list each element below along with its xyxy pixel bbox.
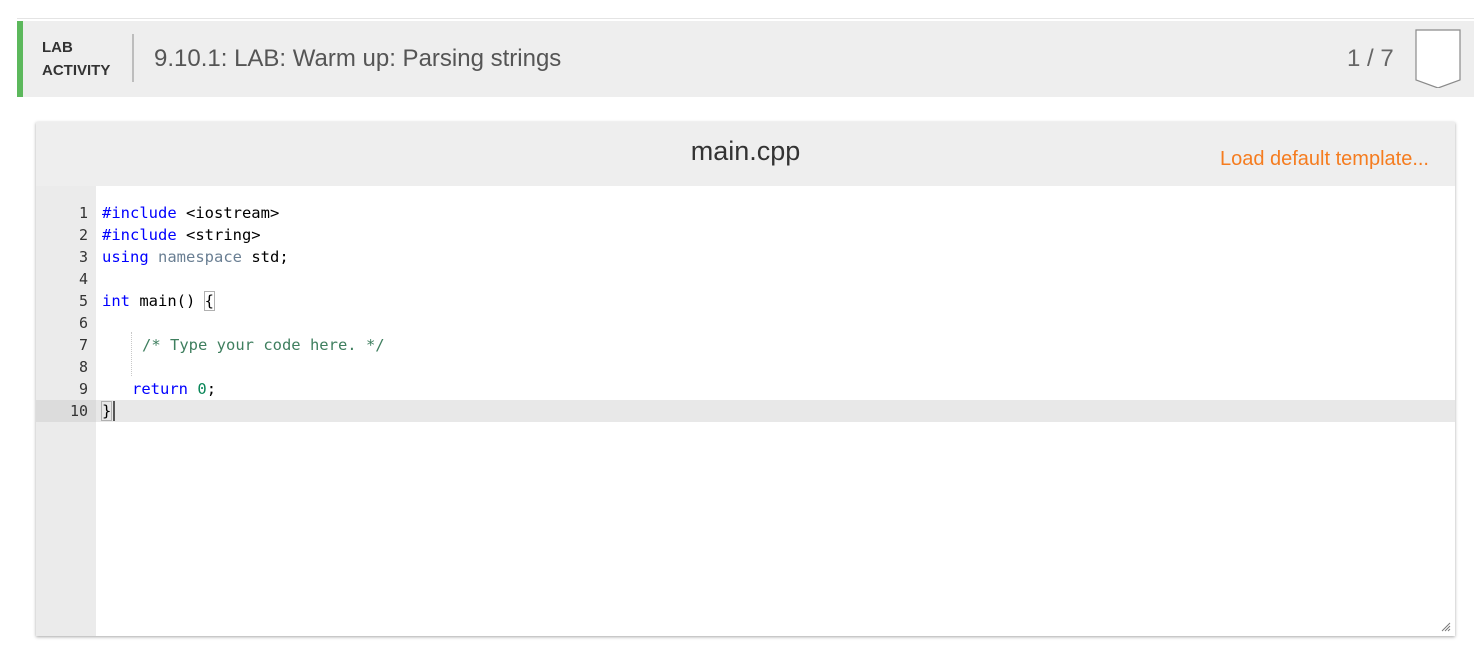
activity-type-line1: LAB <box>42 39 73 56</box>
load-default-template-link[interactable]: Load default template... <box>1220 148 1429 171</box>
code-line: #include <iostream> <box>102 202 279 224</box>
header-divider <box>132 34 134 82</box>
progress-count: 1 / 7 <box>1347 45 1394 72</box>
matched-bracket: { <box>203 291 216 311</box>
lab-activity-card: LAB ACTIVITY 9.10.1: LAB: Warm up: Parsi… <box>17 18 1474 660</box>
bookmark-icon[interactable] <box>1413 28 1463 88</box>
code-line: using namespace std; <box>102 246 289 268</box>
code-token: #include <box>102 204 177 222</box>
code-comment: /* Type your code here. */ <box>142 336 385 354</box>
code-token: 0 <box>197 380 207 398</box>
line-number: 4 <box>78 270 88 288</box>
code-token: std; <box>242 248 289 266</box>
line-number: 9 <box>78 380 88 398</box>
code-line: int main() { <box>102 290 216 312</box>
code-token: main() <box>130 292 205 310</box>
text-cursor <box>113 401 115 421</box>
matched-bracket: } <box>100 401 113 421</box>
line-number: 8 <box>78 358 88 376</box>
activity-title: 9.10.1: LAB: Warm up: Parsing strings <box>154 45 562 72</box>
code-token: #include <box>102 226 177 244</box>
code-line: } <box>100 400 113 422</box>
line-number: 7 <box>78 336 88 354</box>
code-line: /* Type your code here. */ <box>142 334 385 356</box>
editor-header: main.cpp Load default template... <box>36 122 1455 186</box>
code-line: return 0; <box>132 378 216 400</box>
code-token: return <box>132 380 188 398</box>
code-token: int <box>102 292 130 310</box>
code-line: #include <string> <box>102 224 261 246</box>
line-number: 1 <box>78 204 88 222</box>
activity-type-label: LAB ACTIVITY <box>42 36 122 82</box>
activity-type-line2: ACTIVITY <box>42 62 111 79</box>
line-number: 5 <box>78 292 88 310</box>
line-number-active: 10 <box>36 400 96 422</box>
activity-header: LAB ACTIVITY 9.10.1: LAB: Warm up: Parsi… <box>17 21 1474 97</box>
code-token: ; <box>206 380 217 398</box>
active-line-highlight <box>96 400 1455 422</box>
code-token: using <box>102 248 149 266</box>
code-editor: main.cpp Load default template... 1 2 3 … <box>36 122 1455 636</box>
line-number-gutter: 1 2 3 4 5 6 7 8 9 10 <box>36 186 96 636</box>
line-number: 2 <box>78 226 88 244</box>
code-token: namespace <box>148 248 242 266</box>
code-token: <string> <box>176 226 261 244</box>
line-number: 6 <box>78 314 88 332</box>
code-input-area[interactable]: #include <iostream> #include <string> us… <box>96 186 1455 636</box>
indent-guide <box>131 332 132 376</box>
resize-grip-icon[interactable] <box>1439 620 1451 632</box>
line-number: 3 <box>78 248 88 266</box>
code-token: <iostream> <box>176 204 280 222</box>
